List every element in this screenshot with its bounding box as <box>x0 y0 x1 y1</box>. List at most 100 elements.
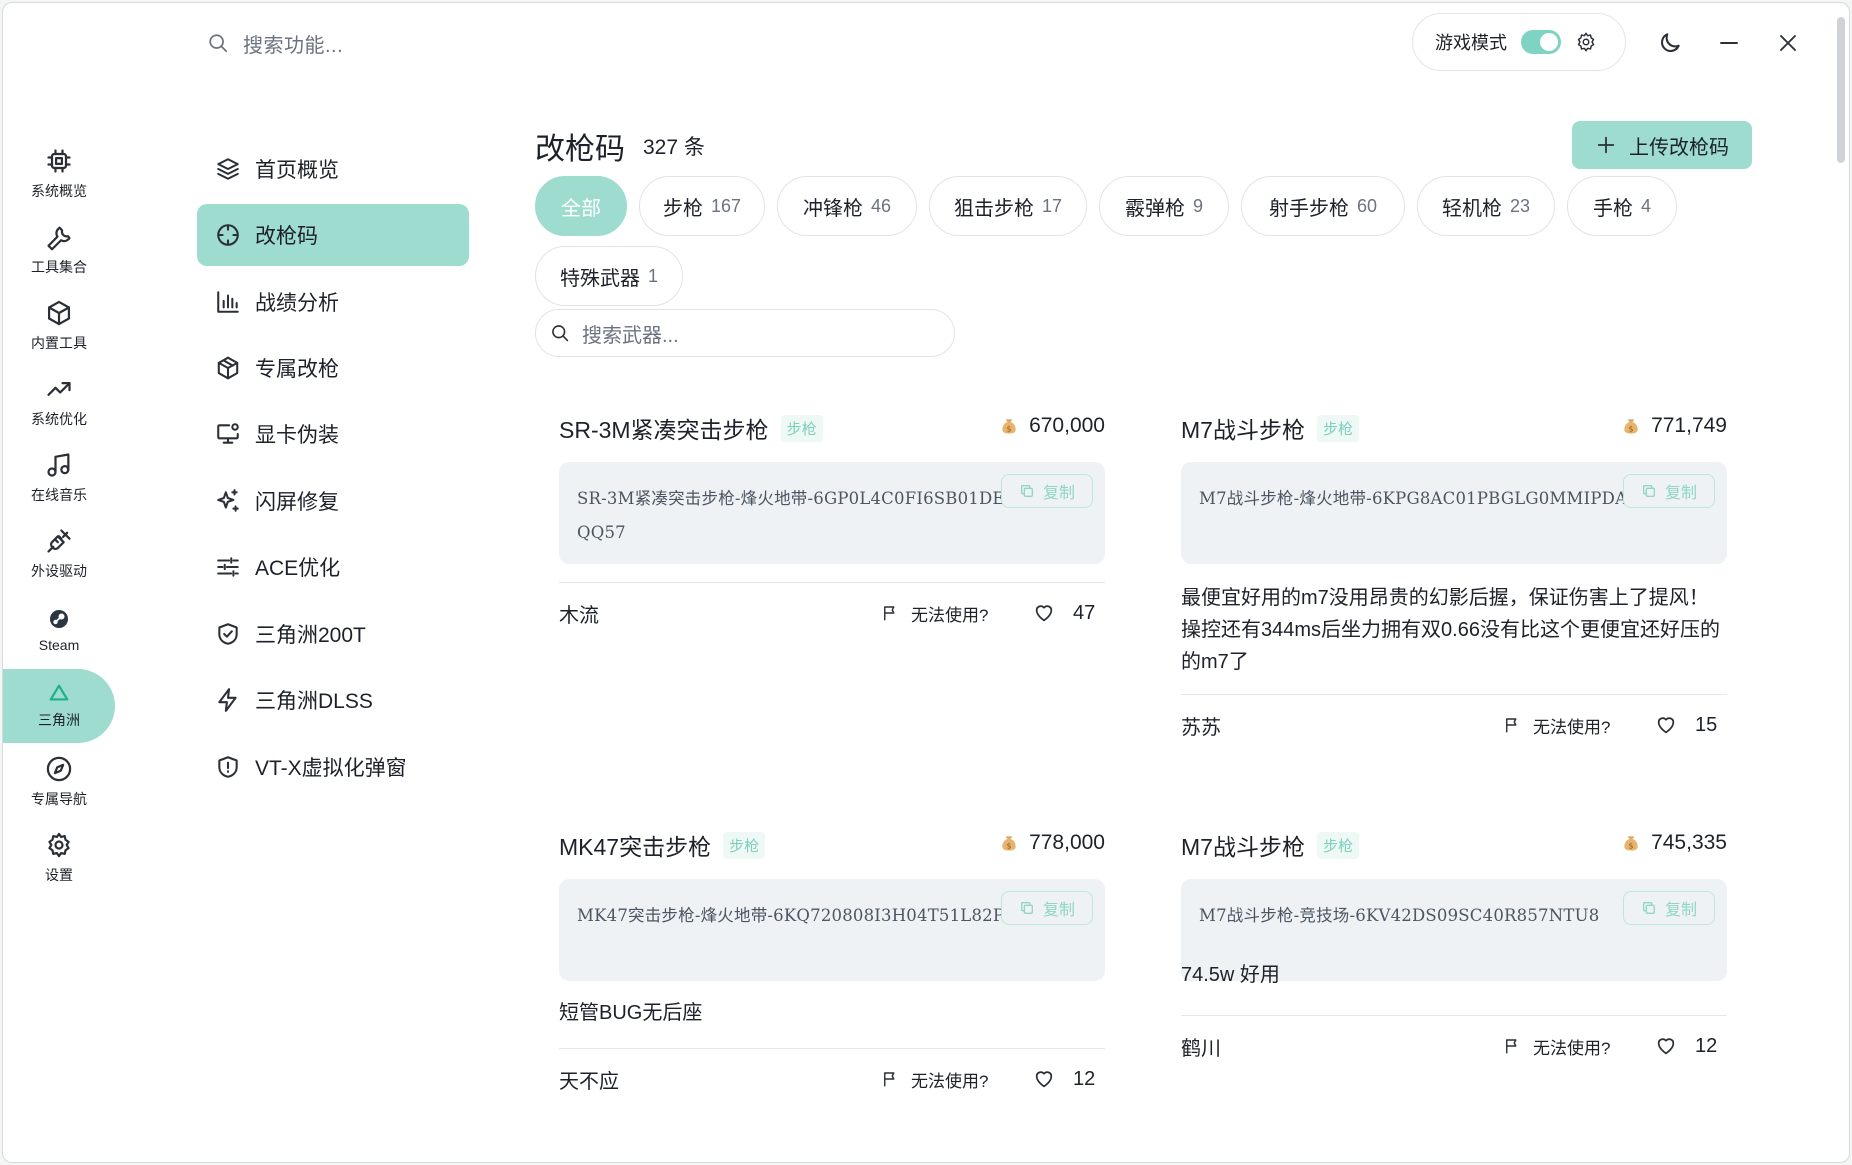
gear-icon[interactable] <box>1575 31 1597 53</box>
report-button[interactable]: 无法使用? <box>1503 708 1610 742</box>
rail-item-4[interactable]: 在线音乐 <box>3 441 115 515</box>
filter-chip-1[interactable]: 步枪 167 <box>639 176 765 236</box>
card-divider <box>559 1048 1105 1049</box>
lightning-icon <box>215 687 241 713</box>
weapon-type-badge: 步枪 <box>1316 414 1359 442</box>
code-box: MK47突击步枪-烽火地带-6KQ720808I3H04T51L82P 复制 <box>559 879 1105 981</box>
report-button[interactable]: 无法使用? <box>1503 1029 1610 1063</box>
price-value: 670,000 <box>1029 414 1105 437</box>
minimize-icon[interactable] <box>1713 27 1745 59</box>
card-footer: 鹤川 无法使用? 12 <box>1181 1029 1727 1063</box>
menu-item-9[interactable]: VT-X虚拟化弹窗 <box>197 736 469 798</box>
moon-icon[interactable] <box>1654 27 1686 59</box>
card-description: 最便宜好用的m7没用昂贵的幻影后握，保证伤害上了提风！操控还有344ms后坐力拥… <box>1181 587 1720 673</box>
rail-item-7[interactable]: 三角洲 <box>3 669 115 743</box>
menu-item-0[interactable]: 首页概览 <box>197 138 469 200</box>
box-icon <box>215 355 241 381</box>
like-button[interactable]: 12 <box>1033 1062 1095 1096</box>
menu-item-label: 三角洲DLSS <box>255 690 373 713</box>
weapon-name: M7战斗步枪 <box>1181 834 1305 860</box>
copy-icon <box>1641 483 1657 499</box>
card-footer: 天不应 无法使用? 12 <box>559 1062 1105 1096</box>
game-mode-toggle[interactable] <box>1521 30 1561 54</box>
report-label: 无法使用? <box>1533 717 1611 737</box>
weapon-type-badge: 步枪 <box>723 831 766 859</box>
weapon-code: MK47突击步枪-烽火地带-6KQ720808I3H04T51L82P <box>577 906 1005 925</box>
cube-icon <box>45 299 73 327</box>
filter-chip-4[interactable]: 霰弹枪 9 <box>1099 176 1229 236</box>
like-button[interactable]: 47 <box>1033 596 1095 630</box>
weapon-price: $670,000 <box>999 414 1105 438</box>
app-window: 搜索功能... 游戏模式 系统概览工具集合 内置工具系统优化在线音乐 外设驱动 Ste… <box>2 2 1850 1163</box>
rail-item-label: 三角洲 <box>38 712 80 728</box>
rail-item-1[interactable]: 工具集合 <box>3 213 115 287</box>
report-label: 无法使用? <box>1533 1038 1611 1058</box>
like-count: 12 <box>1073 1067 1096 1090</box>
card-footer: 苏苏 无法使用? 15 <box>1181 708 1727 742</box>
filter-chip-2[interactable]: 冲锋枪 46 <box>777 176 917 236</box>
filter-chip-0[interactable]: 全部 <box>535 176 627 236</box>
global-search-placeholder: 搜索功能... <box>243 34 344 57</box>
rail-item-0[interactable]: 系统概览 <box>3 137 115 211</box>
filter-chip-7[interactable]: 手枪 4 <box>1567 176 1677 236</box>
report-label: 无法使用? <box>911 605 989 625</box>
coin-bag-icon: $ <box>999 833 1019 853</box>
scrollbar[interactable] <box>1837 17 1845 163</box>
card-description: 74.5w 好用 <box>1181 964 1280 986</box>
copy-button[interactable]: 复制 <box>1623 474 1715 508</box>
rail-item-3[interactable]: 系统优化 <box>3 365 115 439</box>
compass-icon <box>45 755 73 783</box>
menu-item-5[interactable]: 闪屏修复 <box>197 470 469 532</box>
weapon-name: SR-3M紧凑突击步枪 <box>559 417 769 443</box>
upload-code-button[interactable]: 上传改枪码 <box>1572 121 1752 169</box>
filter-chip-5[interactable]: 射手步枪 60 <box>1241 176 1405 236</box>
menu-item-2[interactable]: 战绩分析 <box>197 271 469 333</box>
rail-item-9[interactable]: 设置 <box>3 821 115 895</box>
trend-up-icon <box>45 375 73 403</box>
plus-icon <box>1595 134 1617 156</box>
report-button[interactable]: 无法使用? <box>881 1062 988 1096</box>
search-icon <box>550 323 570 343</box>
like-button[interactable]: 15 <box>1655 708 1717 742</box>
filter-chip-count: 4 <box>1640 195 1651 216</box>
global-search[interactable]: 搜索功能... <box>207 25 343 61</box>
weapon-code: SR-3M紧凑突击步枪-烽火地带-6GP0L4C0FI6SB01DEQQ57 <box>577 489 1005 542</box>
filter-chip-8[interactable]: 特殊武器 1 <box>535 246 683 306</box>
game-mode-label: 游戏模式 <box>1435 33 1507 53</box>
price-value: 745,335 <box>1651 831 1727 854</box>
author-name: 天不应 <box>559 1070 619 1093</box>
menu-item-1[interactable]: 改枪码 <box>197 204 469 266</box>
filter-chip-label: 全部 <box>561 197 601 220</box>
coin-bag-icon: $ <box>1621 833 1641 853</box>
copy-button[interactable]: 复制 <box>1001 891 1093 925</box>
report-button[interactable]: 无法使用? <box>881 596 988 630</box>
filter-chip-6[interactable]: 轻机枪 23 <box>1417 176 1555 236</box>
coin-bag-icon: $ <box>1621 416 1641 436</box>
filter-chip-3[interactable]: 狙击步枪 17 <box>929 176 1087 236</box>
rail-item-2[interactable]: 内置工具 <box>3 289 115 363</box>
rail-item-label: 系统概览 <box>31 183 87 199</box>
menu-item-3[interactable]: 专属改枪 <box>197 337 469 399</box>
rail-item-label: 系统优化 <box>31 411 87 427</box>
sparkle-icon <box>215 488 241 514</box>
author-name: 苏苏 <box>1181 716 1221 739</box>
shield-check-icon <box>215 621 241 647</box>
card-description: 短管BUG无后座 <box>559 1002 703 1024</box>
close-icon[interactable] <box>1772 27 1804 59</box>
menu-item-label: 闪屏修复 <box>255 491 339 514</box>
rail-item-6[interactable]: Steam <box>3 593 115 667</box>
like-button[interactable]: 12 <box>1655 1029 1717 1063</box>
rail-item-5[interactable]: 外设驱动 <box>3 517 115 591</box>
menu-item-8[interactable]: 三角洲DLSS <box>197 669 469 731</box>
menu-item-6[interactable]: ACE优化 <box>197 536 469 598</box>
copy-button[interactable]: 复制 <box>1001 474 1093 508</box>
filter-chip-label: 轻机枪 <box>1441 197 1502 220</box>
weapon-search-input[interactable]: 搜索武器... <box>535 309 955 357</box>
card-header: SR-3M紧凑突击步枪 步枪 $670,000 <box>559 408 1105 448</box>
weapon-price: $778,000 <box>999 831 1105 855</box>
rail-item-8[interactable]: 专属导航 <box>3 745 115 819</box>
copy-button[interactable]: 复制 <box>1623 891 1715 925</box>
menu-item-4[interactable]: 显卡伪装 <box>197 403 469 465</box>
filter-chip-label: 特殊武器 <box>559 267 640 290</box>
menu-item-7[interactable]: 三角洲200T <box>197 603 469 665</box>
